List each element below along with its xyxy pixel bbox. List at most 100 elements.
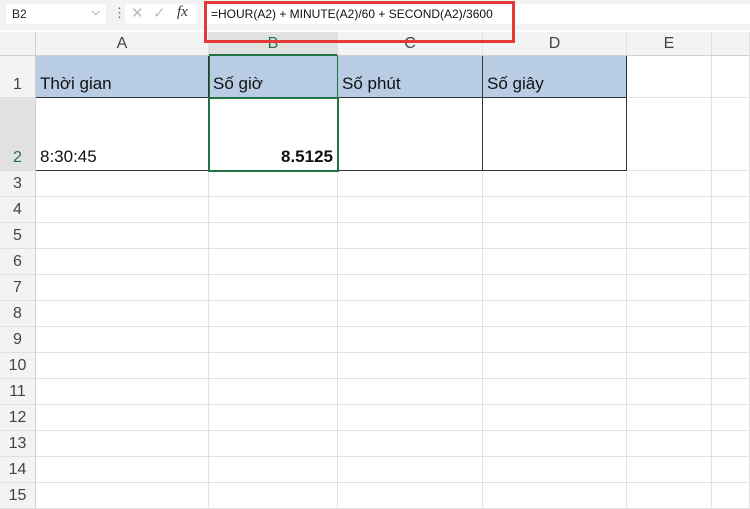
column-header-f[interactable]: [712, 32, 750, 56]
cell[interactable]: [627, 301, 712, 327]
cell[interactable]: [627, 249, 712, 275]
cell[interactable]: [627, 98, 712, 171]
cell[interactable]: [338, 171, 483, 197]
cell[interactable]: [712, 327, 750, 353]
cell[interactable]: [338, 223, 483, 249]
cell[interactable]: [209, 483, 338, 509]
cell[interactable]: [209, 457, 338, 483]
cell[interactable]: [209, 197, 338, 223]
cell[interactable]: [36, 327, 209, 353]
cell[interactable]: [483, 275, 627, 301]
cell[interactable]: [36, 301, 209, 327]
cell[interactable]: [209, 405, 338, 431]
cell[interactable]: [627, 197, 712, 223]
column-header-a[interactable]: A: [36, 32, 209, 56]
cell[interactable]: [483, 327, 627, 353]
row-header-8[interactable]: 8: [0, 301, 36, 327]
cell[interactable]: [338, 431, 483, 457]
row-header-3[interactable]: 3: [0, 171, 36, 197]
cell[interactable]: [36, 405, 209, 431]
cell[interactable]: [627, 353, 712, 379]
cell[interactable]: [338, 301, 483, 327]
cell[interactable]: [483, 197, 627, 223]
confirm-icon[interactable]: ✓: [153, 4, 166, 22]
cell[interactable]: [483, 405, 627, 431]
cell[interactable]: [338, 457, 483, 483]
cell[interactable]: [712, 56, 750, 98]
cell[interactable]: [209, 327, 338, 353]
cell[interactable]: [338, 405, 483, 431]
row-header-10[interactable]: 10: [0, 353, 36, 379]
cell[interactable]: [627, 56, 712, 98]
fx-icon[interactable]: fx: [177, 4, 188, 21]
cell[interactable]: [712, 379, 750, 405]
cell[interactable]: [483, 457, 627, 483]
cell[interactable]: [712, 197, 750, 223]
cell[interactable]: [712, 353, 750, 379]
cell[interactable]: [483, 301, 627, 327]
cell[interactable]: [36, 197, 209, 223]
row-header-5[interactable]: 5: [0, 223, 36, 249]
cell[interactable]: [36, 431, 209, 457]
cell[interactable]: [483, 171, 627, 197]
row-header-1[interactable]: 1: [0, 56, 36, 98]
cell-a1[interactable]: Thời gian: [36, 56, 209, 98]
row-header-4[interactable]: 4: [0, 197, 36, 223]
chevron-down-icon[interactable]: ⌵: [92, 6, 100, 19]
row-header-11[interactable]: 11: [0, 379, 36, 405]
cell-c1[interactable]: Số phút: [338, 56, 483, 98]
cell[interactable]: [209, 353, 338, 379]
row-header-12[interactable]: 12: [0, 405, 36, 431]
cell[interactable]: [36, 171, 209, 197]
select-all-corner[interactable]: [0, 32, 36, 56]
cell-d1[interactable]: Số giây: [483, 56, 627, 98]
row-header-13[interactable]: 13: [0, 431, 36, 457]
cell[interactable]: [483, 223, 627, 249]
cell[interactable]: [36, 275, 209, 301]
cell[interactable]: [712, 171, 750, 197]
cell[interactable]: [712, 405, 750, 431]
cell[interactable]: [209, 275, 338, 301]
cell-d2[interactable]: [483, 98, 627, 171]
cell[interactable]: [712, 483, 750, 509]
cell[interactable]: [483, 249, 627, 275]
cell[interactable]: [209, 249, 338, 275]
cell[interactable]: [209, 379, 338, 405]
cell[interactable]: [209, 301, 338, 327]
row-header-9[interactable]: 9: [0, 327, 36, 353]
cell[interactable]: [627, 275, 712, 301]
cell[interactable]: [209, 431, 338, 457]
row-header-7[interactable]: 7: [0, 275, 36, 301]
cell[interactable]: [338, 483, 483, 509]
cell[interactable]: [338, 249, 483, 275]
cell[interactable]: [338, 197, 483, 223]
cell[interactable]: [36, 379, 209, 405]
cell[interactable]: [712, 223, 750, 249]
cancel-icon[interactable]: ✕: [131, 4, 144, 22]
cell[interactable]: [712, 249, 750, 275]
cell-a2[interactable]: 8:30:45: [36, 98, 209, 171]
cell[interactable]: [36, 249, 209, 275]
cell[interactable]: [483, 431, 627, 457]
cell[interactable]: [627, 483, 712, 509]
cell[interactable]: [209, 223, 338, 249]
row-header-6[interactable]: 6: [0, 249, 36, 275]
cell-c2[interactable]: [338, 98, 483, 171]
cell[interactable]: [338, 327, 483, 353]
cell[interactable]: [712, 275, 750, 301]
cell[interactable]: [338, 353, 483, 379]
cell[interactable]: [483, 353, 627, 379]
cell[interactable]: [712, 431, 750, 457]
cell[interactable]: [712, 301, 750, 327]
cell[interactable]: [338, 379, 483, 405]
cell[interactable]: [209, 171, 338, 197]
cell[interactable]: [627, 431, 712, 457]
cell[interactable]: [36, 457, 209, 483]
row-header-14[interactable]: 14: [0, 457, 36, 483]
cell[interactable]: [36, 223, 209, 249]
cell[interactable]: [627, 327, 712, 353]
cell[interactable]: [338, 275, 483, 301]
cell[interactable]: [712, 457, 750, 483]
cell[interactable]: [36, 353, 209, 379]
cell[interactable]: [483, 483, 627, 509]
